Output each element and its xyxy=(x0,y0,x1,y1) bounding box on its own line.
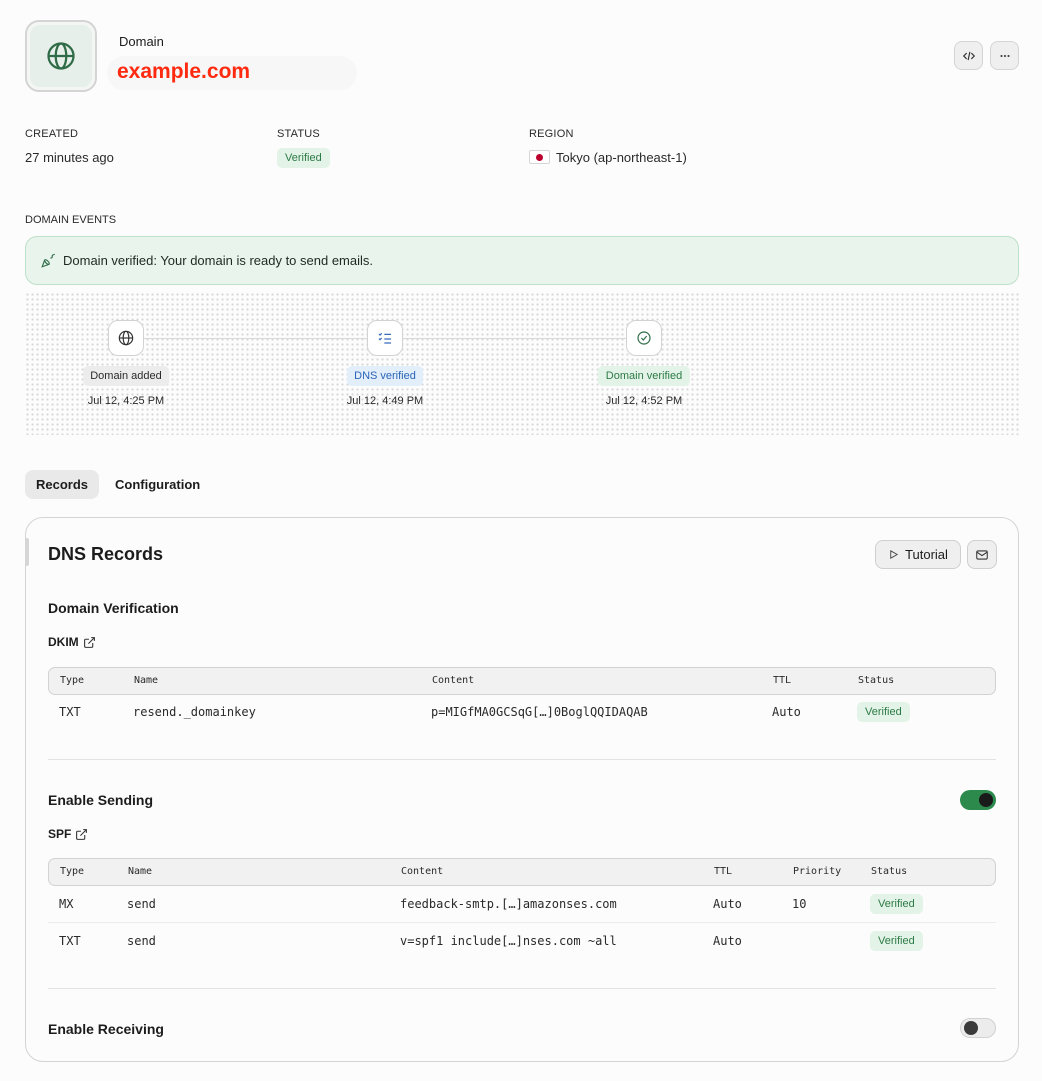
spf-link[interactable]: SPF xyxy=(48,827,88,841)
table-row: MX send feedback-smtp.[…]amazonses.com A… xyxy=(48,886,996,923)
enable-sending-toggle[interactable] xyxy=(960,790,996,810)
domain-verified-banner: Domain verified: Your domain is ready to… xyxy=(25,236,1019,285)
step-label-domain-added: Domain added xyxy=(83,366,169,386)
domain-label: Domain xyxy=(119,34,164,49)
events-timeline: Domain added Jul 12, 4:25 PM DNS verifie… xyxy=(25,292,1019,435)
step-label-dns-verified: DNS verified xyxy=(347,366,423,386)
more-horizontal-icon xyxy=(999,54,1010,57)
banner-strong: Domain verified: xyxy=(63,253,157,268)
timeline-node-dns-verified xyxy=(367,320,403,356)
table-row: TXT resend._domainkey p=MIGfMA0GCSqG[…]0… xyxy=(48,694,996,731)
japan-flag-icon xyxy=(529,150,550,164)
dkim-link[interactable]: DKIM xyxy=(48,635,96,649)
region-label: REGION xyxy=(529,128,574,140)
domain-name: example.com xyxy=(107,56,357,90)
enable-receiving-title: Enable Receiving xyxy=(48,1021,164,1037)
timeline-node-domain-added xyxy=(108,320,144,356)
tab-records[interactable]: Records xyxy=(25,470,100,499)
spf-table-header: Type Name Content TTL Priority Status xyxy=(48,858,996,886)
tutorial-button[interactable]: Tutorial xyxy=(875,540,961,569)
mail-icon xyxy=(976,549,988,560)
code-icon xyxy=(962,51,975,60)
globe-icon xyxy=(47,42,75,70)
status-badge: Verified xyxy=(857,702,910,722)
list-checks-icon xyxy=(378,332,391,344)
party-popper-icon xyxy=(41,253,55,268)
status-badge: Verified xyxy=(870,931,923,951)
step-label-domain-verified: Domain verified xyxy=(597,366,691,386)
email-button[interactable] xyxy=(967,540,997,569)
status-badge: Verified xyxy=(870,894,923,914)
enable-receiving-toggle[interactable] xyxy=(960,1018,996,1038)
step-date-dns-verified: Jul 12, 4:49 PM xyxy=(346,395,424,407)
events-label: DOMAIN EVENTS xyxy=(25,214,117,226)
enable-sending-title: Enable Sending xyxy=(48,792,154,808)
domain-avatar xyxy=(25,20,97,92)
table-row: TXT send v=spf1 include[…]nses.com ~all … xyxy=(48,923,996,960)
tab-configuration[interactable]: Configuration xyxy=(104,470,211,499)
dkim-table-header: Type Name Content TTL Status xyxy=(48,667,996,695)
domain-verification-title: Domain Verification xyxy=(48,600,179,616)
play-icon xyxy=(890,550,899,559)
status-label: STATUS xyxy=(277,128,320,140)
code-button[interactable] xyxy=(954,41,983,70)
dns-records-card: DNS Records Tutorial Domain Verification… xyxy=(25,517,1019,1062)
external-link-icon xyxy=(83,636,95,648)
banner-text: Your domain is ready to send emails. xyxy=(156,253,374,268)
step-date-domain-verified: Jul 12, 4:52 PM xyxy=(605,395,683,407)
step-date-domain-added: Jul 12, 4:25 PM xyxy=(87,395,165,407)
card-title: DNS Records xyxy=(48,544,164,564)
more-button[interactable] xyxy=(990,41,1019,70)
timeline-node-domain-verified xyxy=(626,320,662,356)
region-value: Tokyo (ap-northeast-1) xyxy=(529,150,687,165)
status-badge: Verified xyxy=(277,148,330,168)
created-label: CREATED xyxy=(25,128,79,140)
check-circle-icon xyxy=(637,331,651,345)
external-link-icon xyxy=(76,828,88,840)
globe-icon xyxy=(118,330,134,346)
created-value: 27 minutes ago xyxy=(25,150,114,165)
